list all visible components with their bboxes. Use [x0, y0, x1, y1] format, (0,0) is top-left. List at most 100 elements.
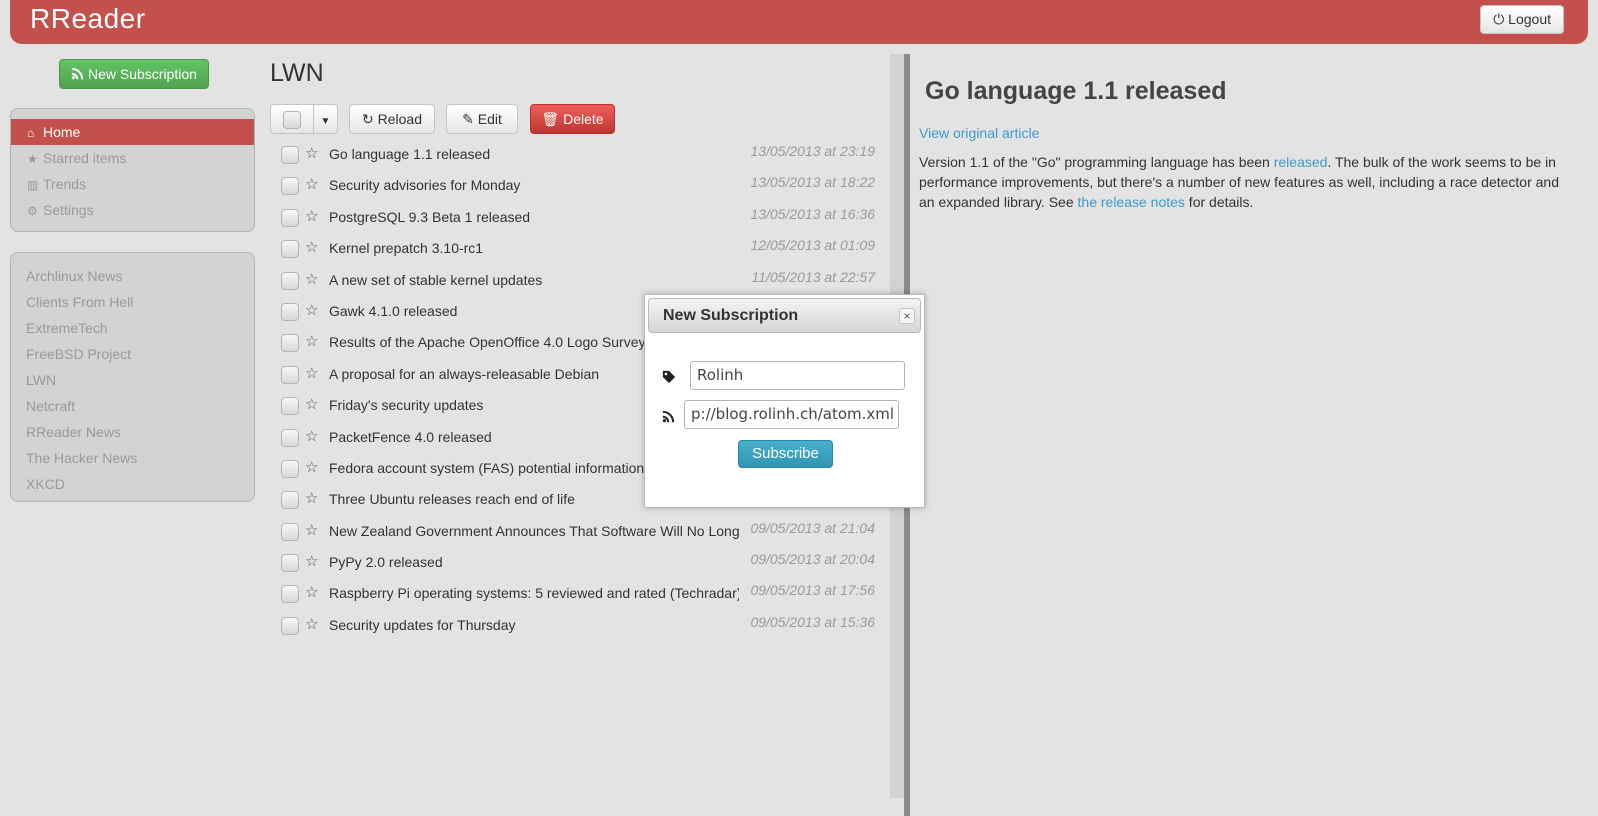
feed-item[interactable]: XKCD — [11, 471, 254, 497]
select-all-checkbox[interactable] — [270, 104, 314, 134]
star-outline-icon[interactable]: ☆ — [305, 521, 318, 539]
article-date: 09/05/2013 at 17:56 — [750, 582, 875, 599]
article-row[interactable]: ☆ Go language 1.1 released 13/05/2013 at… — [270, 140, 888, 171]
dialog-header[interactable]: New Subscription × — [648, 298, 921, 333]
view-original-link[interactable]: View original article — [919, 125, 1039, 141]
feed-item[interactable]: The Hacker News — [11, 445, 254, 471]
article-checkbox[interactable] — [281, 616, 299, 635]
article-title[interactable]: PyPy 2.0 released — [329, 554, 739, 570]
rss-icon — [71, 66, 88, 82]
article-date: 11/05/2013 at 22:57 — [751, 268, 875, 285]
article-row[interactable]: ☆ Security updates for Thursday 09/05/20… — [270, 611, 888, 642]
article-title[interactable]: Security updates for Thursday — [329, 617, 739, 633]
nav-panel: ⌂ Home ★ Starred items ▥ Trends ⚙ Settings — [10, 108, 255, 232]
star-outline-icon[interactable]: ☆ — [305, 238, 318, 256]
nav-item-starred[interactable]: ★ Starred items — [11, 145, 254, 171]
article-checkbox[interactable] — [281, 365, 299, 384]
star-outline-icon[interactable]: ☆ — [305, 270, 318, 288]
subscribe-button[interactable]: Subscribe — [738, 440, 833, 468]
dialog-title: New Subscription — [663, 307, 799, 324]
star-outline-icon[interactable]: ☆ — [305, 364, 318, 382]
article-checkbox[interactable] — [281, 302, 299, 321]
article-checkbox[interactable] — [281, 397, 299, 416]
release-notes-link[interactable]: the release notes — [1078, 194, 1185, 210]
star-outline-icon[interactable]: ☆ — [305, 332, 318, 350]
nav-item-trends[interactable]: ▥ Trends — [11, 171, 254, 197]
logout-button[interactable]: ⏻ Logout — [1480, 5, 1564, 34]
star-outline-icon[interactable]: ☆ — [305, 301, 318, 319]
feed-item[interactable]: Clients From Hell — [11, 289, 254, 315]
article-row[interactable]: ☆ Raspberry Pi operating systems: 5 revi… — [270, 579, 888, 610]
article-title[interactable]: Security advisories for Monday — [329, 177, 739, 193]
article-title[interactable]: Raspberry Pi operating systems: 5 review… — [329, 585, 739, 601]
article-checkbox[interactable] — [281, 146, 299, 164]
article-body-text: Version 1.1 of the "Go" programming lang… — [919, 154, 1274, 170]
star-outline-icon[interactable]: ☆ — [305, 458, 318, 476]
article-date: 09/05/2013 at 15:36 — [750, 613, 875, 630]
trash-icon: 🗑 — [541, 111, 560, 127]
feed-item[interactable]: LWN — [11, 367, 254, 393]
feed-item[interactable]: Netcraft — [11, 393, 254, 419]
subscription-name-field[interactable]: Rolinh — [690, 361, 905, 390]
article-date: 13/05/2013 at 18:22 — [750, 174, 875, 191]
feed-item[interactable]: FreeBSD Project — [11, 341, 254, 367]
new-subscription-button[interactable]: New Subscription — [59, 59, 209, 89]
article-checkbox[interactable] — [281, 240, 299, 259]
new-subscription-dialog: New Subscription × Rolinh p://blog.rolin… — [644, 294, 925, 508]
top-navbar: RReader ⏻ Logout — [10, 0, 1588, 44]
article-checkbox[interactable] — [281, 522, 299, 541]
article-row[interactable]: ☆ Kernel prepatch 3.10-rc1 12/05/2013 at… — [270, 234, 888, 265]
chart-icon: ▥ — [27, 178, 39, 192]
star-outline-icon[interactable]: ☆ — [305, 207, 318, 225]
feed-item[interactable]: RReader News — [11, 419, 254, 445]
select-dropdown-toggle[interactable]: ▼ — [313, 104, 338, 134]
article-checkbox[interactable] — [281, 459, 299, 478]
article-checkbox[interactable] — [281, 208, 299, 227]
tag-icon — [662, 370, 676, 387]
nav-item-home[interactable]: ⌂ Home — [11, 119, 254, 145]
edit-button[interactable]: ✎ Edit — [446, 104, 518, 134]
close-button[interactable]: × — [899, 308, 915, 324]
star-outline-icon[interactable]: ☆ — [305, 427, 318, 445]
brand-logo[interactable]: RReader — [30, 3, 146, 35]
article-title[interactable]: New Zealand Government Announces That So… — [329, 523, 739, 539]
refresh-icon: ↻ — [362, 111, 374, 127]
feed-item[interactable]: Archlinux News — [11, 263, 254, 289]
article-row[interactable]: ☆ New Zealand Government Announces That … — [270, 517, 888, 548]
article-title[interactable]: A new set of stable kernel updates — [329, 272, 739, 288]
article-row[interactable]: ☆ A new set of stable kernel updates 11/… — [270, 266, 888, 297]
feed-url-field[interactable]: p://blog.rolinh.ch/atom.xml — [684, 400, 899, 429]
nav-item-settings[interactable]: ⚙ Settings — [11, 197, 254, 223]
star-outline-icon[interactable]: ☆ — [305, 175, 318, 193]
article-title[interactable]: Go language 1.1 released — [329, 146, 739, 162]
article-checkbox[interactable] — [281, 177, 299, 196]
article-row[interactable]: ☆ PyPy 2.0 released 09/05/2013 at 20:04 — [270, 548, 888, 579]
caret-down-icon: ▼ — [320, 116, 331, 127]
star-outline-icon[interactable]: ☆ — [305, 583, 318, 601]
article-checkbox[interactable] — [281, 334, 299, 353]
article-row[interactable]: ☆ Security advisories for Monday 13/05/2… — [270, 171, 888, 202]
star-outline-icon[interactable]: ☆ — [305, 615, 318, 633]
gear-icon: ⚙ — [27, 204, 38, 218]
feed-title: LWN — [270, 59, 324, 87]
article-checkbox[interactable] — [281, 585, 299, 604]
delete-button[interactable]: 🗑 Delete — [530, 104, 615, 134]
article-checkbox[interactable] — [281, 491, 299, 510]
article-date: 12/05/2013 at 01:09 — [750, 237, 875, 254]
star-outline-icon[interactable]: ☆ — [305, 144, 318, 162]
star-outline-icon[interactable]: ☆ — [305, 489, 318, 507]
star-outline-icon[interactable]: ☆ — [305, 552, 318, 570]
article-row[interactable]: ☆ PostgreSQL 9.3 Beta 1 released 13/05/2… — [270, 203, 888, 234]
article-checkbox[interactable] — [281, 271, 299, 290]
released-link[interactable]: released — [1274, 154, 1328, 170]
feeds-panel: Archlinux News Clients From Hell Extreme… — [10, 252, 255, 502]
article-title[interactable]: PostgreSQL 9.3 Beta 1 released — [329, 209, 739, 225]
feed-item[interactable]: ExtremeTech — [11, 315, 254, 341]
reload-button[interactable]: ↻ Reload — [349, 104, 435, 134]
feed-toolbar: ▼ ↻ Reload ✎ Edit 🗑 Delete — [270, 104, 888, 134]
article-title[interactable]: Kernel prepatch 3.10-rc1 — [329, 240, 739, 256]
star-outline-icon[interactable]: ☆ — [305, 395, 318, 413]
article-checkbox[interactable] — [281, 554, 299, 573]
article-checkbox[interactable] — [281, 428, 299, 447]
article-date: 13/05/2013 at 16:36 — [750, 205, 875, 222]
